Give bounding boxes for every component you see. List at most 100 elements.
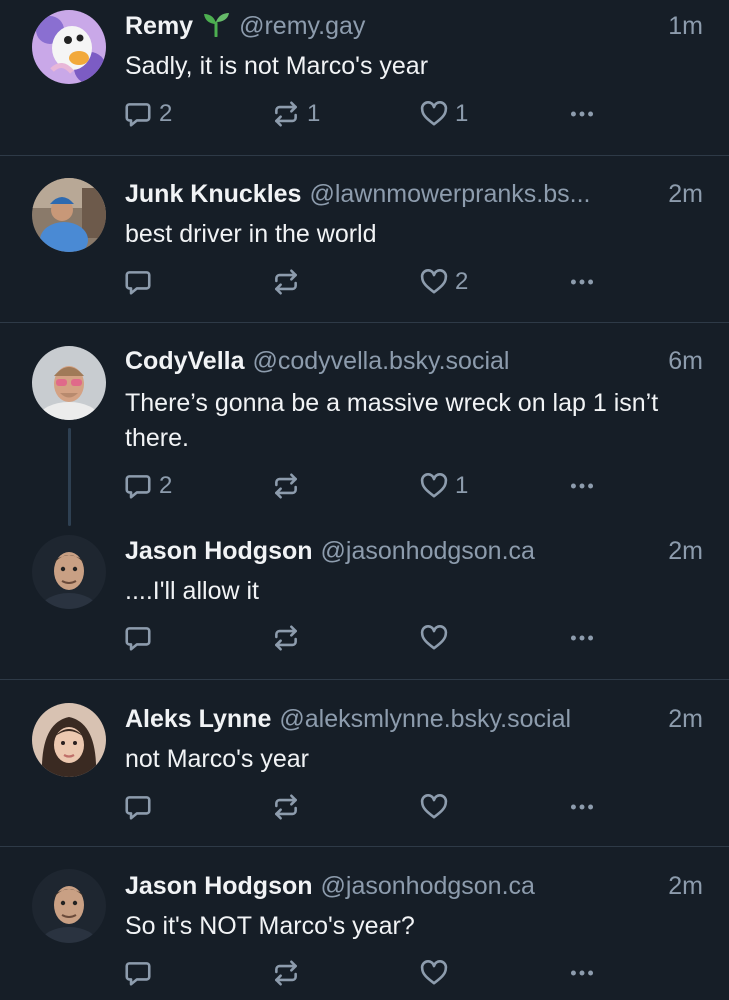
reply-icon [123, 471, 153, 501]
post-text: best driver in the world [125, 220, 377, 248]
like-count: 2 [455, 268, 469, 295]
avatar-image [32, 346, 106, 420]
reply-icon [123, 792, 153, 822]
post-time[interactable]: 2m [668, 702, 703, 736]
heart-icon [419, 958, 449, 988]
more-options-button[interactable] [567, 471, 597, 501]
post-item[interactable]: Jason Hodgson @jasonhodgson.ca 2m So it's… [0, 847, 729, 1000]
post-text: ....I'll allow it [125, 577, 259, 605]
repost-button[interactable] [271, 471, 307, 501]
post-header: Remy @remy.gay 1m [125, 9, 703, 43]
repost-icon [271, 99, 301, 129]
post-time[interactable]: 1m [668, 9, 703, 43]
author-name[interactable]: Remy [125, 12, 193, 40]
post-actions: 2 1 1 [123, 99, 603, 129]
reply-icon [123, 99, 153, 129]
reply-button[interactable]: 2 [123, 471, 172, 501]
more-options-button[interactable] [567, 267, 597, 297]
more-options-icon [567, 267, 597, 297]
avatar[interactable] [32, 10, 106, 84]
post-text: not Marco's year [125, 745, 310, 773]
repost-button[interactable] [271, 792, 307, 822]
avatar-image [32, 178, 106, 252]
repost-icon [271, 623, 301, 653]
like-count: 1 [455, 100, 469, 127]
post-item[interactable]: Junk Knuckles @lawnmowerpranks.bs... 2m b… [0, 156, 729, 322]
author-handle[interactable]: @remy.gay [239, 12, 365, 40]
post-item[interactable]: CodyVella @codyvella.bsky.social 6m There… [0, 323, 729, 527]
repost-button[interactable] [271, 623, 307, 653]
author-handle[interactable]: @codyvella.bsky.social [253, 347, 510, 375]
reply-icon [123, 958, 153, 988]
post-time[interactable]: 2m [668, 177, 703, 211]
heart-icon [419, 99, 449, 129]
repost-icon [271, 792, 301, 822]
reply-button[interactable] [123, 623, 159, 653]
post-time[interactable]: 2m [668, 869, 703, 903]
repost-count: 1 [307, 100, 321, 127]
author-name[interactable]: Jason Hodgson [125, 537, 313, 565]
more-options-button[interactable] [567, 958, 597, 988]
post-actions: 2 1 [123, 471, 603, 501]
repost-icon [271, 958, 301, 988]
avatar-image [32, 535, 106, 609]
like-button[interactable]: 2 [419, 267, 468, 297]
avatar[interactable] [32, 178, 106, 252]
repost-button[interactable] [271, 267, 307, 297]
post-item[interactable]: Remy @remy.gay 1m Sadly, it is not Marco'… [0, 0, 729, 155]
post-time[interactable]: 2m [668, 534, 703, 568]
more-options-button[interactable] [567, 623, 597, 653]
post-text: There’s gonna be a massive wreck on lap … [125, 389, 659, 452]
avatar[interactable] [32, 703, 106, 777]
reply-icon [123, 267, 153, 297]
author-name[interactable]: Junk Knuckles [125, 180, 301, 208]
repost-button[interactable] [271, 958, 307, 988]
like-button[interactable] [419, 958, 455, 988]
author-handle[interactable]: @jasonhodgson.ca [321, 537, 535, 565]
more-options-icon [567, 99, 597, 129]
post-header: CodyVella @codyvella.bsky.social 6m [125, 344, 703, 378]
post-actions [123, 623, 603, 653]
post-actions: 2 [123, 267, 603, 297]
like-button[interactable] [419, 623, 455, 653]
like-button[interactable]: 1 [419, 471, 468, 501]
reply-count: 2 [159, 472, 173, 499]
author-handle[interactable]: @jasonhodgson.ca [321, 872, 535, 900]
more-options-icon [567, 471, 597, 501]
post-header: Aleks Lynne @aleksmlynne.bsky.social 2m [125, 702, 703, 736]
reply-button[interactable] [123, 792, 159, 822]
avatar-image [32, 869, 106, 943]
post-item[interactable]: Jason Hodgson @jasonhodgson.ca 2m ....I'l… [0, 527, 729, 679]
post-header: Jason Hodgson @jasonhodgson.ca 2m [125, 534, 703, 568]
repost-button[interactable]: 1 [271, 99, 320, 129]
post-text: Sadly, it is not Marco's year [125, 52, 429, 80]
heart-icon [419, 623, 449, 653]
reply-button[interactable] [123, 958, 159, 988]
avatar[interactable] [32, 346, 106, 420]
post-item[interactable]: Aleks Lynne @aleksmlynne.bsky.social 2m n… [0, 680, 729, 846]
reply-button[interactable]: 2 [123, 99, 172, 129]
more-options-button[interactable] [567, 792, 597, 822]
avatar[interactable] [32, 869, 106, 943]
like-button[interactable]: 1 [419, 99, 468, 129]
post-time[interactable]: 6m [668, 344, 703, 378]
author-name[interactable]: Jason Hodgson [125, 872, 313, 900]
more-options-icon [567, 792, 597, 822]
author-handle[interactable]: @lawnmowerpranks.bs... [309, 180, 590, 208]
like-button[interactable] [419, 792, 455, 822]
author-name[interactable]: Aleks Lynne [125, 705, 271, 733]
post-header: Jason Hodgson @jasonhodgson.ca 2m [125, 869, 703, 903]
post-text: So it's NOT Marco's year? [125, 912, 415, 940]
avatar-image [32, 703, 106, 777]
repost-icon [271, 471, 301, 501]
repost-icon [271, 267, 301, 297]
author-handle[interactable]: @aleksmlynne.bsky.social [279, 705, 571, 733]
more-options-button[interactable] [567, 99, 597, 129]
more-options-icon [567, 623, 597, 653]
reply-button[interactable] [123, 267, 159, 297]
avatar[interactable] [32, 535, 106, 609]
author-name[interactable]: CodyVella [125, 347, 245, 375]
thread-line [68, 428, 71, 526]
heart-icon [419, 471, 449, 501]
more-options-icon [567, 958, 597, 988]
